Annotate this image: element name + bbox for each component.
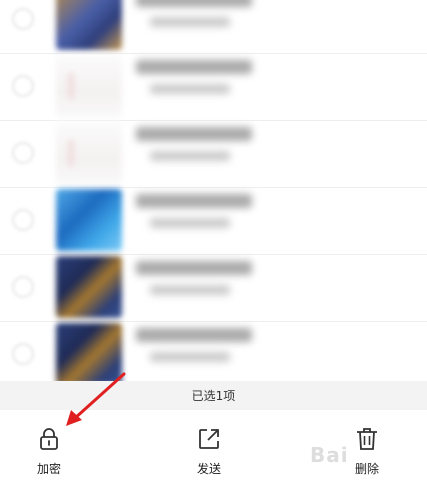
file-list-item[interactable] bbox=[0, 120, 427, 188]
trash-icon bbox=[357, 428, 377, 450]
file-meta-blurred bbox=[150, 352, 230, 362]
send-label: 发送 bbox=[196, 462, 221, 476]
file-list bbox=[0, 0, 427, 381]
select-checkbox[interactable] bbox=[12, 142, 34, 164]
file-thumbnail bbox=[56, 122, 122, 184]
select-checkbox[interactable] bbox=[12, 75, 34, 97]
file-thumbnail bbox=[56, 323, 122, 381]
file-name-blurred bbox=[136, 194, 252, 208]
select-checkbox[interactable] bbox=[12, 343, 34, 365]
file-thumbnail bbox=[56, 55, 122, 117]
select-checkbox[interactable] bbox=[12, 209, 34, 231]
file-meta-blurred bbox=[150, 285, 230, 295]
select-checkbox[interactable] bbox=[12, 8, 34, 30]
file-list-item[interactable] bbox=[0, 53, 427, 121]
file-name-blurred bbox=[136, 328, 252, 342]
file-list-item[interactable] bbox=[0, 254, 427, 322]
file-name-blurred bbox=[136, 60, 252, 74]
file-list-item[interactable] bbox=[0, 187, 427, 255]
file-meta-blurred bbox=[150, 218, 230, 228]
watermark-logo: Bai bbox=[310, 443, 349, 467]
file-thumbnail bbox=[56, 0, 122, 50]
selection-status-bar: 已选1项 bbox=[0, 381, 427, 410]
file-list-item[interactable] bbox=[0, 321, 427, 381]
file-name-blurred bbox=[136, 0, 252, 7]
selected-count-text: 已选1项 bbox=[191, 389, 236, 403]
share-icon bbox=[199, 429, 219, 449]
file-name-blurred bbox=[136, 127, 252, 141]
select-checkbox[interactable] bbox=[12, 276, 34, 298]
file-name-blurred bbox=[136, 261, 252, 275]
encrypt-label: 加密 bbox=[36, 462, 61, 476]
send-button[interactable]: 发送 bbox=[174, 426, 244, 480]
file-meta-blurred bbox=[150, 17, 230, 27]
file-meta-blurred bbox=[150, 151, 230, 161]
delete-label: 删除 bbox=[354, 462, 379, 476]
file-thumbnail bbox=[56, 189, 122, 251]
bottom-action-bar: 加密 发送 删除 bbox=[0, 410, 427, 491]
file-meta-blurred bbox=[150, 84, 230, 94]
file-thumbnail bbox=[56, 256, 122, 318]
file-list-item[interactable] bbox=[0, 0, 427, 54]
encrypt-button[interactable]: 加密 bbox=[14, 426, 84, 480]
lock-icon bbox=[40, 428, 58, 450]
